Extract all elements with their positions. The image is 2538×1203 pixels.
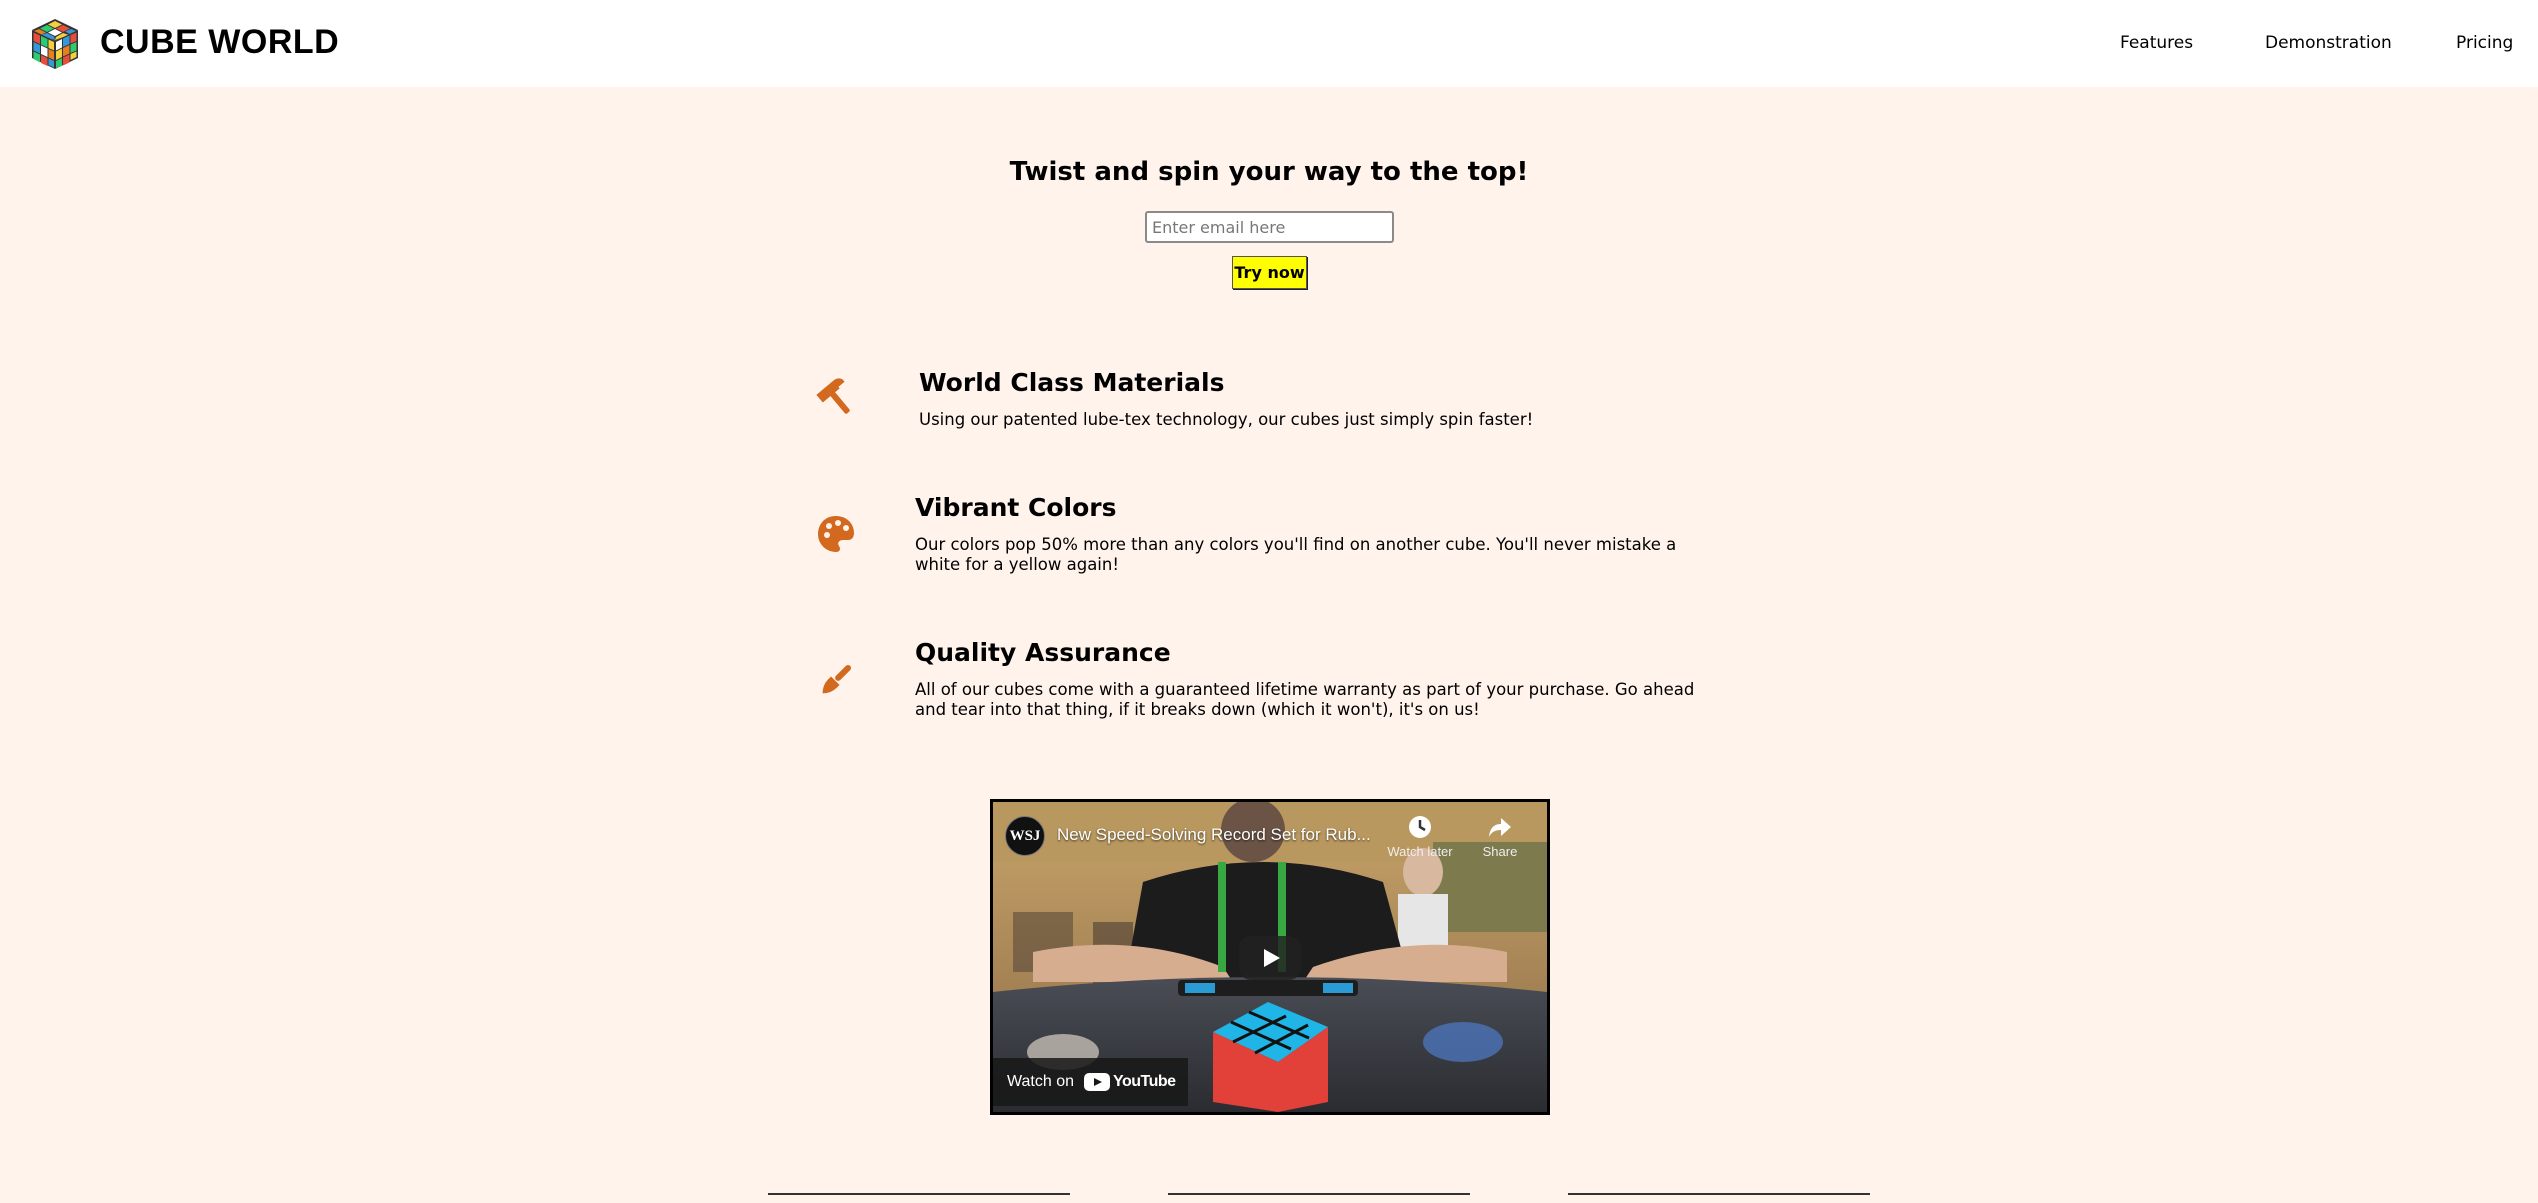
video-title[interactable]: New Speed-Solving Record Set for Rub...	[1057, 824, 1387, 846]
feature-text: Our colors pop 50% more than any colors …	[915, 535, 1677, 574]
share-icon	[1489, 818, 1511, 837]
nav-link-pricing[interactable]: Pricing	[2456, 31, 2513, 55]
feature-title: Quality Assurance	[915, 638, 1171, 667]
play-button[interactable]	[1239, 936, 1301, 980]
nav-link-demonstration[interactable]: Demonstration	[2265, 31, 2392, 55]
pricing-card	[1568, 1193, 1870, 1203]
watch-later-label: Watch later	[1387, 844, 1453, 859]
youtube-logo: YouTube	[1084, 1058, 1176, 1106]
watch-on-label: Watch on	[1007, 1073, 1074, 1090]
feature-title: Vibrant Colors	[915, 493, 1117, 522]
palette-icon	[818, 516, 854, 552]
youtube-play-icon	[1084, 1073, 1110, 1091]
email-input[interactable]	[1145, 211, 1394, 243]
share-button[interactable]: Share	[1463, 814, 1537, 859]
clock-icon	[1409, 816, 1431, 838]
pricing-card	[1168, 1193, 1470, 1203]
feature-title: World Class Materials	[919, 368, 1225, 397]
brand-name: CUBE WORLD	[100, 23, 340, 61]
nav-link-features[interactable]: Features	[2120, 31, 2193, 55]
watch-on-youtube-link[interactable]: Watch on YouTube	[993, 1058, 1188, 1106]
hero-title: Twist and spin your way to the top!	[1009, 157, 1529, 187]
youtube-label: YouTube	[1113, 1073, 1176, 1090]
video-embed[interactable]: WSJ New Speed-Solving Record Set for Rub…	[990, 799, 1550, 1115]
share-label: Share	[1482, 844, 1518, 859]
hammer-icon	[816, 378, 850, 414]
rubiks-cube-icon[interactable]	[28, 16, 82, 72]
feature-text: Using our patented lube-tex technology, …	[919, 410, 1534, 429]
channel-avatar[interactable]: WSJ	[1005, 816, 1045, 856]
try-now-button[interactable]: Try now	[1232, 256, 1307, 289]
site-header: CUBE WORLD Features Demonstration Pricin…	[0, 0, 2538, 87]
feature-text: All of our cubes come with a guaranteed …	[915, 680, 1695, 719]
watch-later-button[interactable]: Watch later	[1383, 814, 1457, 859]
paintbrush-icon	[822, 664, 852, 694]
pricing-card	[768, 1193, 1070, 1203]
